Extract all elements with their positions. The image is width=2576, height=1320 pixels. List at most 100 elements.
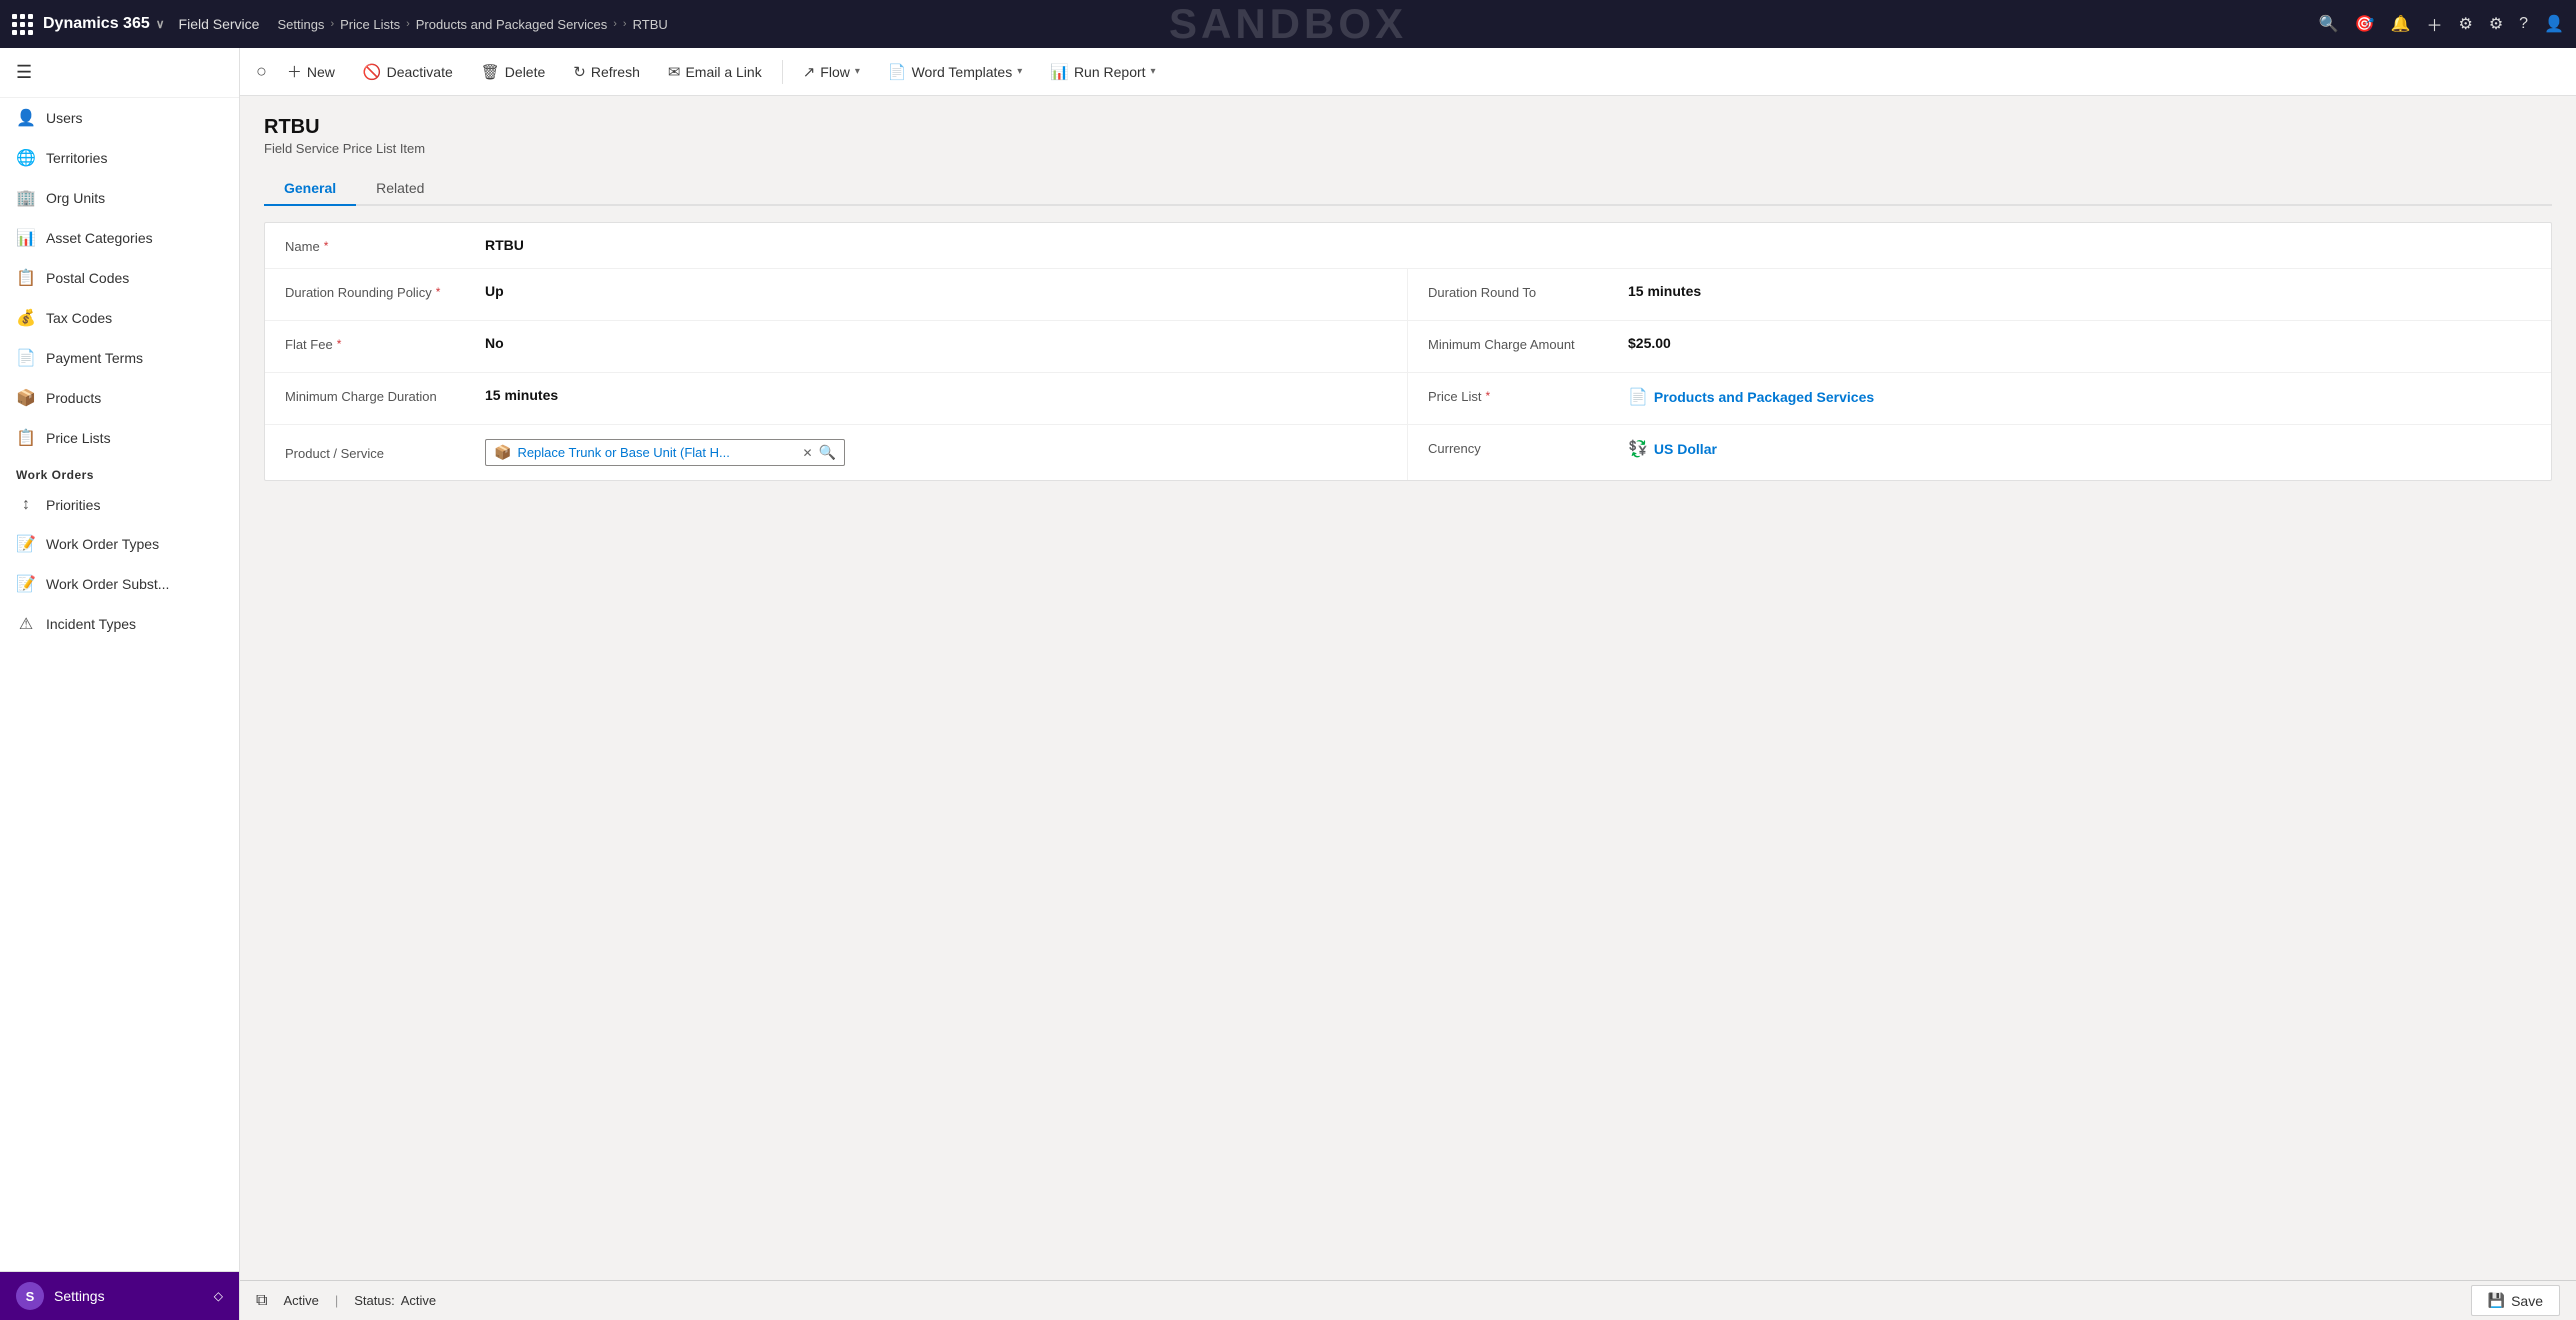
sidebar-label-users: Users [46, 110, 83, 126]
sidebar-item-priorities[interactable]: ↕ Priorities [0, 486, 239, 524]
page-title: RTBU [264, 116, 2552, 139]
settings-icon[interactable]: ⚙ [2489, 14, 2503, 34]
asset-categories-icon: 📊 [16, 228, 36, 248]
sidebar-label-org-units: Org Units [46, 190, 105, 206]
tab-general[interactable]: General [264, 172, 356, 206]
product-service-label: Product / Service [285, 444, 485, 461]
sidebar-settings[interactable]: S Settings ◇ [0, 1271, 239, 1320]
run-report-chevron: ▾ [1151, 66, 1156, 77]
save-icon: 💾 [2488, 1292, 2505, 1309]
incident-types-icon: ⚠ [16, 614, 36, 634]
sidebar: ☰ 👤 Users 🌐 Territories 🏢 Org Units 📊 As… [0, 48, 240, 1320]
brand-chevron[interactable]: ∨ [156, 17, 165, 31]
new-label: New [307, 64, 335, 80]
run-report-button[interactable]: 📊 Run Report ▾ [1038, 57, 1167, 87]
payment-terms-icon: 📄 [16, 348, 36, 368]
lookup-search-button[interactable]: 🔍 [819, 444, 836, 461]
sep3: › [613, 18, 617, 30]
products-icon: 📦 [16, 388, 36, 408]
price-list-required: * [1485, 389, 1490, 403]
filter-icon[interactable]: ⚙ [2458, 14, 2472, 34]
layout: ☰ 👤 Users 🌐 Territories 🏢 Org Units 📊 As… [0, 48, 2576, 1320]
flat-fee-required: * [337, 337, 342, 351]
sidebar-item-payment-terms[interactable]: 📄 Payment Terms [0, 338, 239, 378]
sidebar-item-work-order-subst[interactable]: 📝 Work Order Subst... [0, 564, 239, 604]
min-charge-duration-label: Minimum Charge Duration [285, 387, 485, 404]
run-report-icon: 📊 [1050, 63, 1069, 81]
save-button[interactable]: 💾 Save [2471, 1285, 2560, 1316]
breadcrumb-rtbu[interactable]: RTBU [633, 17, 668, 32]
postal-codes-icon: 📋 [16, 268, 36, 288]
sidebar-item-products[interactable]: 📦 Products [0, 378, 239, 418]
main-area: ○ ＋ New 🚫 Deactivate 🗑 Delete ↻ Refresh … [240, 48, 2576, 1320]
deactivate-label: Deactivate [387, 64, 453, 80]
separator1 [782, 60, 783, 84]
lookup-clear-button[interactable]: ✕ [803, 446, 813, 460]
price-list-row: Price List * 📄 Products and Packaged Ser… [1408, 373, 2551, 425]
breadcrumb-price-lists[interactable]: Price Lists [340, 17, 400, 32]
deactivate-button[interactable]: 🚫 Deactivate [351, 57, 465, 87]
price-list-link-icon: 📄 [1628, 387, 1648, 407]
sidebar-item-territories[interactable]: 🌐 Territories [0, 138, 239, 178]
new-button[interactable]: ＋ New [275, 55, 347, 88]
bell-icon[interactable]: 🔔 [2391, 14, 2411, 34]
sidebar-item-incident-types[interactable]: ⚠ Incident Types [0, 604, 239, 644]
duration-round-to-row: Duration Round To 15 minutes [1408, 269, 2551, 321]
sidebar-item-tax-codes[interactable]: 💰 Tax Codes [0, 298, 239, 338]
breadcrumb-settings[interactable]: Settings [277, 17, 324, 32]
word-templates-label: Word Templates [912, 64, 1013, 80]
flow-button[interactable]: ↗ Flow ▾ [791, 57, 872, 87]
product-service-lookup[interactable]: 📦 Replace Trunk or Base Unit (Flat H... … [485, 439, 845, 466]
priorities-icon: ↕ [16, 496, 36, 514]
help-icon[interactable]: ? [2519, 15, 2528, 33]
sidebar-item-postal-codes[interactable]: 📋 Postal Codes [0, 258, 239, 298]
email-link-button[interactable]: ✉ Email a Link [656, 57, 774, 87]
status-separator: | [335, 1293, 338, 1308]
duration-rounding-value: Up [485, 283, 1387, 299]
breadcrumb-products[interactable]: Products and Packaged Services [416, 17, 608, 32]
flat-fee-row: Flat Fee * No [265, 321, 1408, 373]
sidebar-label-work-order-types: Work Order Types [46, 536, 159, 552]
price-list-value[interactable]: 📄 Products and Packaged Services [1628, 387, 2531, 407]
name-value: RTBU [485, 237, 2531, 253]
app-name: Field Service [179, 16, 260, 32]
active-label: Active [283, 1293, 318, 1308]
duration-round-to-label: Duration Round To [1428, 283, 1628, 300]
name-required: * [324, 239, 329, 253]
tab-related[interactable]: Related [356, 172, 444, 206]
refresh-button[interactable]: ↻ Refresh [561, 57, 652, 87]
lookup-product-icon: 📦 [494, 444, 511, 461]
tabs: General Related [264, 172, 2552, 206]
price-list-label: Price List * [1428, 387, 1628, 404]
status-bar-icon: ⧉ [256, 1292, 267, 1310]
sidebar-label-asset-categories: Asset Categories [46, 230, 153, 246]
plus-icon[interactable]: ＋ [2426, 12, 2442, 36]
target-icon[interactable]: 🎯 [2355, 14, 2375, 34]
sidebar-item-users[interactable]: 👤 Users [0, 98, 239, 138]
user-icon[interactable]: 👤 [2544, 14, 2564, 34]
brand[interactable]: Dynamics 365 ∨ [43, 15, 165, 33]
currency-link-icon: 💱 [1628, 439, 1648, 459]
new-icon: ＋ [287, 61, 302, 82]
sidebar-item-price-lists[interactable]: 📋 Price Lists [0, 418, 239, 458]
word-templates-button[interactable]: 📄 Word Templates ▾ [876, 57, 1034, 87]
sidebar-item-work-order-types[interactable]: 📝 Work Order Types [0, 524, 239, 564]
waffle-icon[interactable] [12, 14, 33, 35]
breadcrumb: Settings › Price Lists › Products and Pa… [277, 17, 2308, 32]
sidebar-item-org-units[interactable]: 🏢 Org Units [0, 178, 239, 218]
sep1: › [330, 18, 334, 30]
sidebar-item-asset-categories[interactable]: 📊 Asset Categories [0, 218, 239, 258]
back-icon[interactable]: ○ [256, 61, 267, 82]
flat-fee-value: No [485, 335, 1387, 351]
search-icon[interactable]: 🔍 [2319, 14, 2339, 34]
name-label: Name * [285, 237, 485, 254]
flat-fee-label: Flat Fee * [285, 335, 485, 352]
sidebar-label-payment-terms: Payment Terms [46, 350, 143, 366]
sidebar-label-tax-codes: Tax Codes [46, 310, 112, 326]
sidebar-label-price-lists: Price Lists [46, 430, 111, 446]
currency-value[interactable]: 💱 US Dollar [1628, 439, 2531, 459]
sidebar-hamburger[interactable]: ☰ [0, 48, 239, 98]
delete-button[interactable]: 🗑 Delete [469, 57, 558, 87]
name-row: Name * RTBU [265, 223, 2551, 269]
work-orders-section: Work Orders [0, 458, 239, 486]
